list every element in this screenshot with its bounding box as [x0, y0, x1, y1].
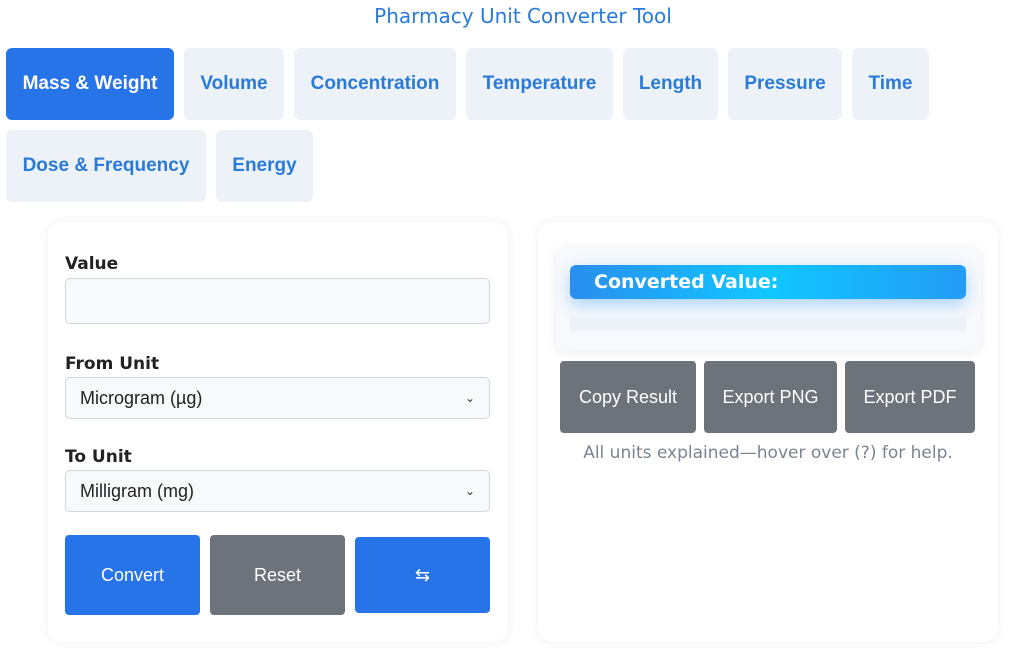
result-box: Converted Value:	[556, 247, 981, 350]
help-text: All units explained—hover over (?) for h…	[583, 443, 953, 463]
from-unit-select[interactable]: Microgram (µg) ⌄	[65, 377, 490, 419]
tab-time[interactable]: Time	[852, 48, 929, 120]
to-unit-value: Milligram (mg)	[80, 480, 194, 501]
tab-pressure[interactable]: Pressure	[728, 48, 842, 120]
tab-concentration[interactable]: Concentration	[294, 48, 456, 120]
copy-result-button[interactable]: Copy Result	[560, 361, 696, 433]
from-unit-value: Microgram (µg)	[80, 387, 203, 408]
tab-length[interactable]: Length	[623, 48, 718, 120]
tab-mass-weight[interactable]: Mass & Weight	[6, 48, 174, 120]
tab-temperature[interactable]: Temperature	[466, 48, 613, 120]
swap-icon: ⇆	[414, 564, 431, 585]
export-png-button[interactable]: Export PNG	[704, 361, 837, 433]
convert-button[interactable]: Convert	[65, 535, 200, 615]
to-unit-select[interactable]: Milligram (mg) ⌄	[65, 470, 490, 512]
chevron-down-icon: ⌄	[464, 391, 475, 405]
tab-energy[interactable]: Energy	[216, 130, 313, 202]
value-label: Value	[65, 254, 119, 274]
from-unit-label: From Unit	[65, 354, 160, 374]
value-input[interactable]	[65, 278, 490, 324]
reset-button[interactable]: Reset	[210, 535, 345, 615]
tab-volume[interactable]: Volume	[184, 48, 284, 120]
to-unit-label: To Unit	[65, 447, 132, 467]
app-title: Pharmacy Unit Converter Tool	[374, 4, 672, 28]
result-value	[570, 317, 966, 331]
result-heading: Converted Value:	[570, 265, 966, 299]
swap-units-button[interactable]: ⇆	[355, 537, 490, 613]
tab-dose-frequency[interactable]: Dose & Frequency	[6, 130, 206, 202]
export-pdf-button[interactable]: Export PDF	[845, 361, 975, 433]
chevron-down-icon: ⌄	[464, 484, 475, 498]
